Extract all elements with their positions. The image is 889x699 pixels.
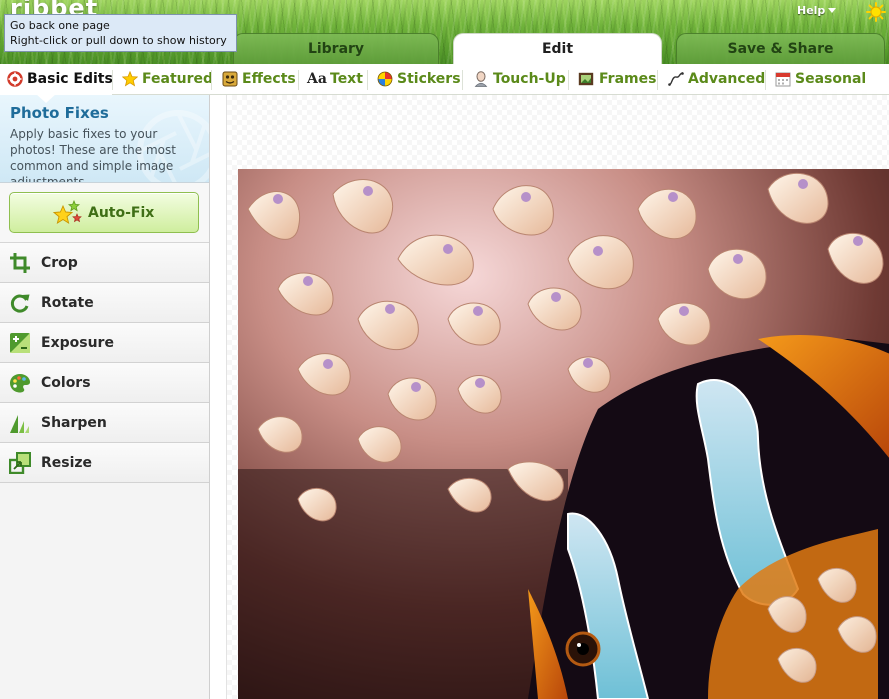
subtab-featured-label: Featured — [142, 71, 214, 87]
subtab-stickers[interactable]: Stickers — [368, 64, 462, 95]
section-title: Photo Fixes — [10, 104, 109, 122]
subtab-frames-label: Frames — [599, 71, 657, 87]
star-icon — [122, 71, 138, 87]
tool-exposure-label: Exposure — [41, 335, 114, 351]
exposure-icon — [10, 333, 30, 353]
tools-sidebar: Photo Fixes Apply basic fixes to your ph… — [0, 95, 210, 699]
edit-subtabs-bar: Basic Edits Featured Effects Aa Text Sti… — [0, 64, 889, 95]
tab-edit[interactable]: Edit — [453, 33, 662, 64]
photo-fixes-header: Photo Fixes Apply basic fixes to your ph… — [0, 95, 209, 183]
tool-rotate-label: Rotate — [41, 295, 94, 311]
subtab-touch-up-label: Touch-Up — [493, 71, 566, 87]
subtab-seasonal[interactable]: Seasonal — [766, 64, 866, 95]
calendar-icon — [775, 72, 791, 87]
section-description: Apply basic fixes to your photos! These … — [10, 127, 176, 183]
subtab-frames[interactable]: Frames — [569, 64, 657, 95]
rotate-icon — [10, 294, 30, 313]
tool-crop[interactable]: Crop — [0, 243, 209, 283]
tool-sharpen-label: Sharpen — [41, 415, 107, 431]
auto-fix-button[interactable]: Auto-Fix — [9, 192, 199, 233]
sun-icon[interactable] — [866, 2, 886, 22]
subtab-basic-edits-label: Basic Edits — [27, 71, 113, 87]
help-label: Help — [797, 4, 826, 17]
auto-fix-label: Auto-Fix — [88, 205, 155, 221]
tool-exposure[interactable]: Exposure — [0, 323, 209, 363]
basic-edits-icon — [7, 71, 23, 87]
tool-colors[interactable]: Colors — [0, 363, 209, 403]
back-button-tooltip: Go back one page Right-click or pull dow… — [4, 14, 237, 52]
app-window: ribbet Help Library Edit Save & Share Go… — [0, 0, 889, 699]
tab-save-share[interactable]: Save & Share — [676, 33, 885, 64]
tool-crop-label: Crop — [41, 255, 78, 271]
help-menu-button[interactable]: Help — [797, 4, 837, 17]
crop-icon — [10, 253, 30, 273]
autofix-panel: Auto-Fix — [0, 183, 209, 243]
subtab-advanced[interactable]: Advanced — [658, 64, 765, 95]
subtab-featured[interactable]: Featured — [113, 64, 214, 95]
tooltip-line-2: Right-click or pull down to show history — [10, 34, 227, 47]
tool-sharpen[interactable]: Sharpen — [0, 403, 209, 443]
chevron-down-icon — [828, 8, 837, 13]
clownfish-photo[interactable] — [238, 169, 889, 699]
touch-up-icon — [474, 71, 488, 87]
subtab-touch-up[interactable]: Touch-Up — [463, 64, 568, 95]
subtab-seasonal-label: Seasonal — [795, 71, 867, 87]
editor-canvas[interactable] — [226, 95, 889, 699]
curve-icon — [668, 72, 684, 86]
subtab-text-label: Text — [330, 71, 363, 87]
tab-library[interactable]: Library — [233, 33, 439, 64]
effects-icon — [222, 71, 238, 87]
subtab-basic-edits[interactable]: Basic Edits — [0, 64, 113, 95]
palette-icon — [10, 374, 30, 393]
stickers-ball-icon — [377, 71, 393, 87]
tool-resize[interactable]: Resize — [0, 443, 209, 483]
frames-icon — [578, 72, 594, 86]
subtab-advanced-label: Advanced — [688, 71, 766, 87]
subtab-effects-label: Effects — [242, 71, 296, 87]
tool-rotate[interactable]: Rotate — [0, 283, 209, 323]
active-subtab-pointer — [36, 94, 56, 103]
tool-colors-label: Colors — [41, 375, 91, 391]
tooltip-line-1: Go back one page — [10, 19, 110, 32]
sharpen-icon — [10, 415, 29, 433]
photo-image — [238, 169, 889, 699]
text-icon: Aa — [307, 71, 327, 87]
subtab-text[interactable]: Aa Text — [299, 64, 367, 95]
subtab-stickers-label: Stickers — [397, 71, 461, 87]
tool-resize-label: Resize — [41, 455, 93, 471]
sparkle-stars-icon — [52, 200, 82, 224]
subtab-effects[interactable]: Effects — [212, 64, 298, 95]
resize-icon — [9, 452, 31, 474]
